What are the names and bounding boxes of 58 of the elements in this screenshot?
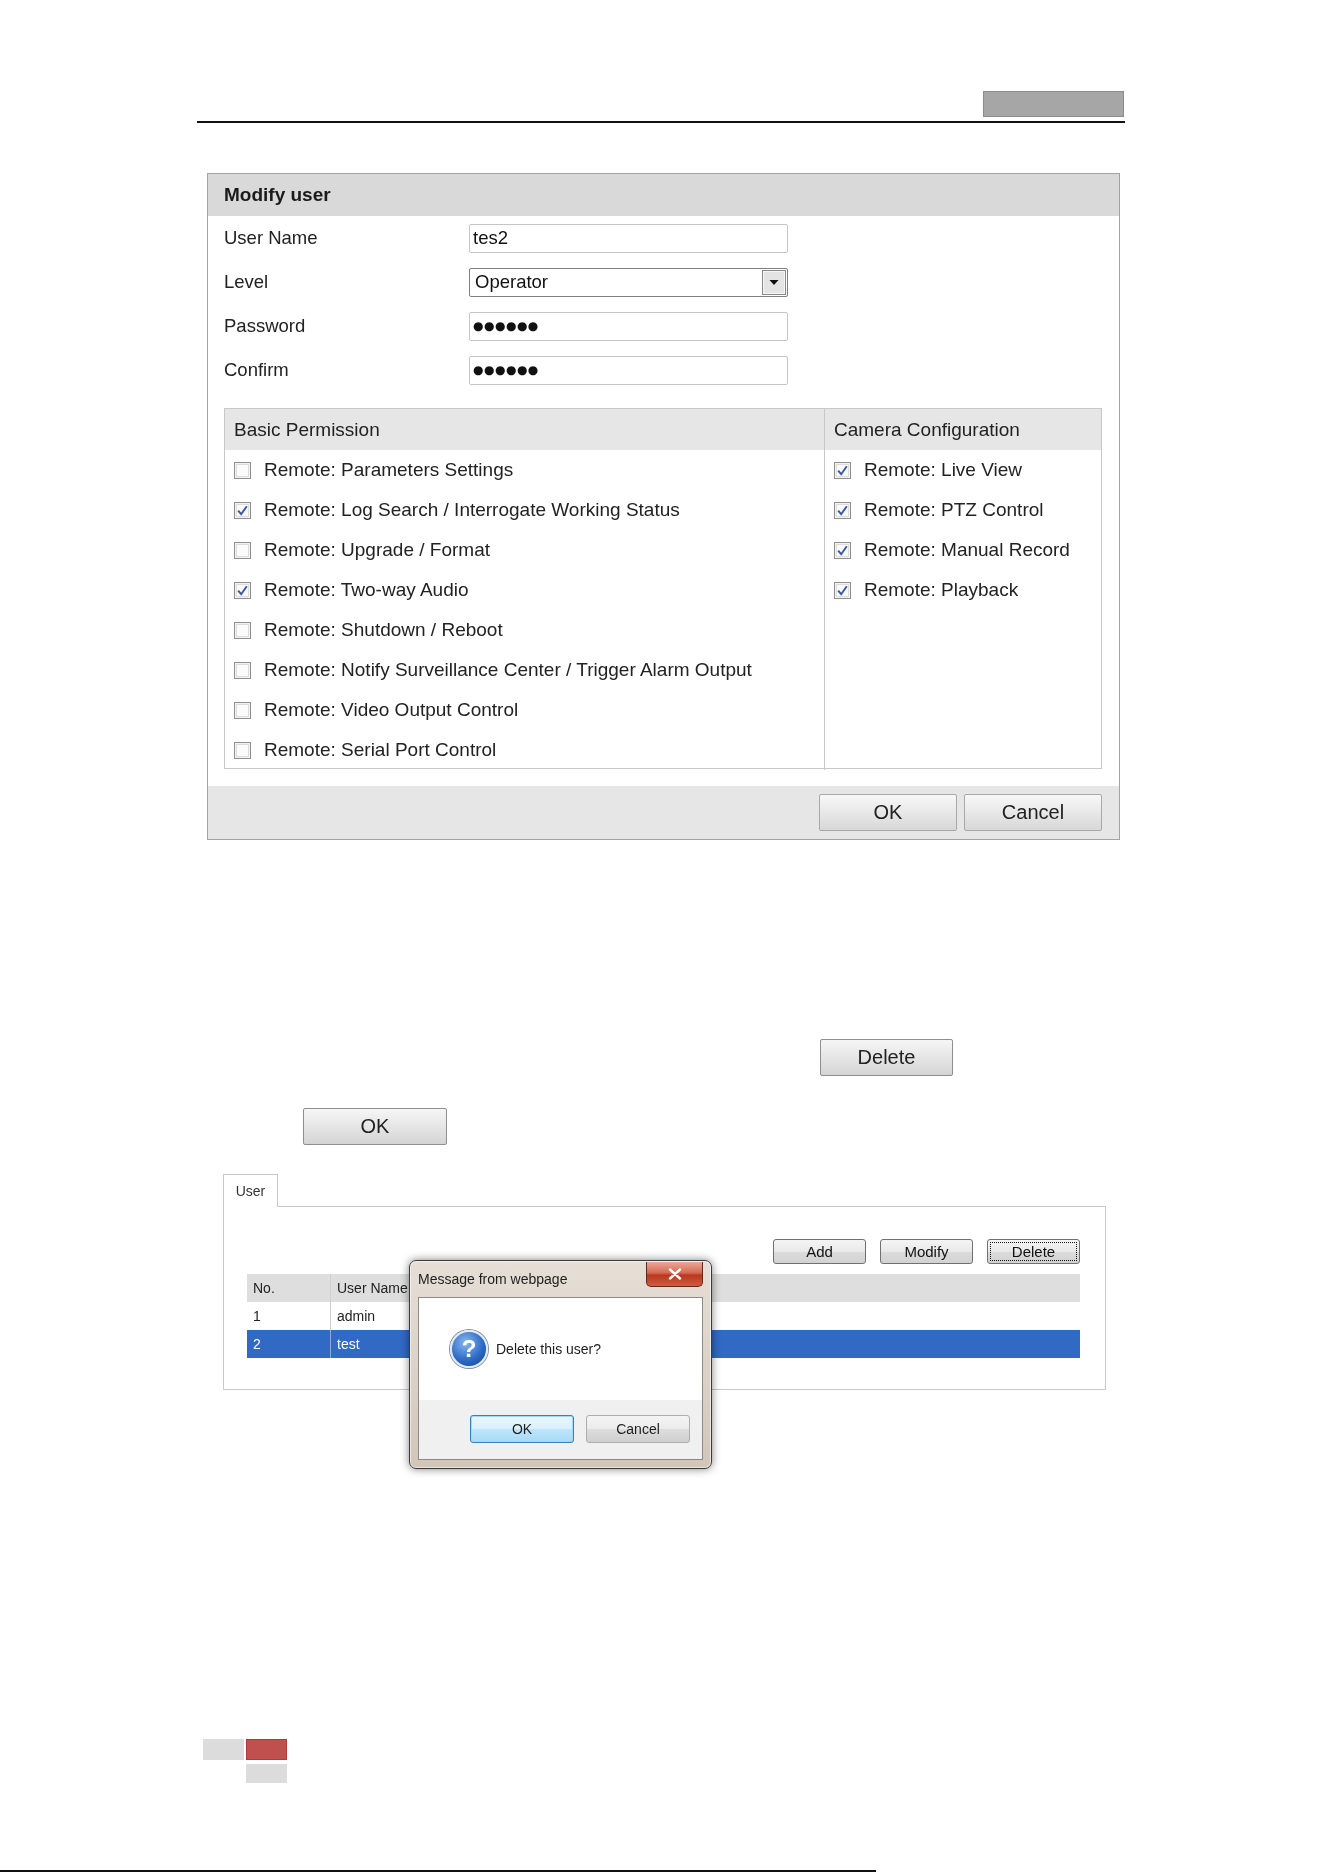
- checkbox[interactable]: [234, 741, 251, 759]
- dropdown-field[interactable]: Operator: [469, 267, 788, 297]
- tab[interactable]: User: [223, 1174, 278, 1207]
- permission-label: Remote: PTZ Control: [864, 499, 1044, 521]
- permission-label: Remote: Two-way Audio: [264, 579, 469, 601]
- footer-block: [246, 1739, 287, 1760]
- ok-button[interactable]: OK: [303, 1108, 447, 1145]
- question-icon: ?: [450, 1330, 488, 1368]
- dialog-title-bar: Modify user: [208, 174, 1119, 216]
- permission-label: Remote: Log Search / Interrogate Working Status: [264, 499, 680, 521]
- checkbox[interactable]: [234, 701, 251, 719]
- permission-label: Remote: Video Output Control: [264, 699, 519, 721]
- cancel-button[interactable]: Cancel: [964, 794, 1102, 831]
- checkbox[interactable]: [834, 541, 851, 559]
- checkbox[interactable]: [234, 661, 251, 679]
- delete-button[interactable]: Delete: [987, 1239, 1080, 1264]
- field-label: User Name: [224, 227, 319, 249]
- modify-button[interactable]: Modify: [880, 1239, 973, 1264]
- checkbox[interactable]: [234, 541, 251, 559]
- close-button[interactable]: [646, 1262, 703, 1287]
- table-cell[interactable]: test: [330, 1330, 409, 1358]
- ok-button[interactable]: OK: [470, 1415, 574, 1443]
- cancel-button[interactable]: Cancel: [586, 1415, 690, 1443]
- permission-label: Remote: Shutdown / Reboot: [264, 619, 503, 641]
- checkbox[interactable]: [834, 461, 851, 479]
- password-field[interactable]: ●●●●●●: [469, 355, 788, 385]
- permission-label: Remote: Upgrade / Format: [264, 539, 490, 561]
- permission-label: Remote: Parameters Settings: [264, 459, 514, 481]
- dialog-title: Message from webpage: [418, 1271, 568, 1287]
- permission-label: Remote: Notify Surveillance Center / Trigger Alarm Output: [264, 659, 752, 681]
- column-header: No.: [247, 1274, 330, 1302]
- caret-icon: [762, 269, 786, 295]
- permission-label: Remote: Manual Record: [864, 539, 1070, 561]
- ok-button[interactable]: OK: [819, 794, 957, 831]
- password-field[interactable]: ●●●●●●: [469, 311, 788, 341]
- footer-block: [203, 1739, 244, 1760]
- table-cell[interactable]: 2: [247, 1330, 330, 1358]
- footer-block: [246, 1764, 287, 1783]
- checkbox[interactable]: [234, 501, 251, 519]
- delete-button[interactable]: Delete: [820, 1039, 953, 1076]
- column-header: Basic Permission: [225, 409, 824, 450]
- column-header: User Name: [330, 1274, 409, 1302]
- close-icon: [667, 1268, 682, 1280]
- permission-label: Remote: Serial Port Control: [264, 739, 497, 761]
- checkbox[interactable]: [834, 501, 851, 519]
- permission-label: Remote: Playback: [864, 579, 1019, 601]
- message-text: Delete this user?: [496, 1341, 602, 1357]
- field-label: Password: [224, 315, 307, 337]
- permission-label: Remote: Live View: [864, 459, 1023, 481]
- column-header: Camera Configuration: [825, 409, 1101, 450]
- checkbox[interactable]: [234, 621, 251, 639]
- add-button[interactable]: Add: [773, 1239, 866, 1264]
- text-field[interactable]: tes2: [469, 223, 788, 253]
- checkbox[interactable]: [834, 581, 851, 599]
- field-label: Confirm: [224, 359, 290, 381]
- checkbox[interactable]: [234, 581, 251, 599]
- checkbox[interactable]: [234, 461, 251, 479]
- field-label: Level: [224, 271, 270, 293]
